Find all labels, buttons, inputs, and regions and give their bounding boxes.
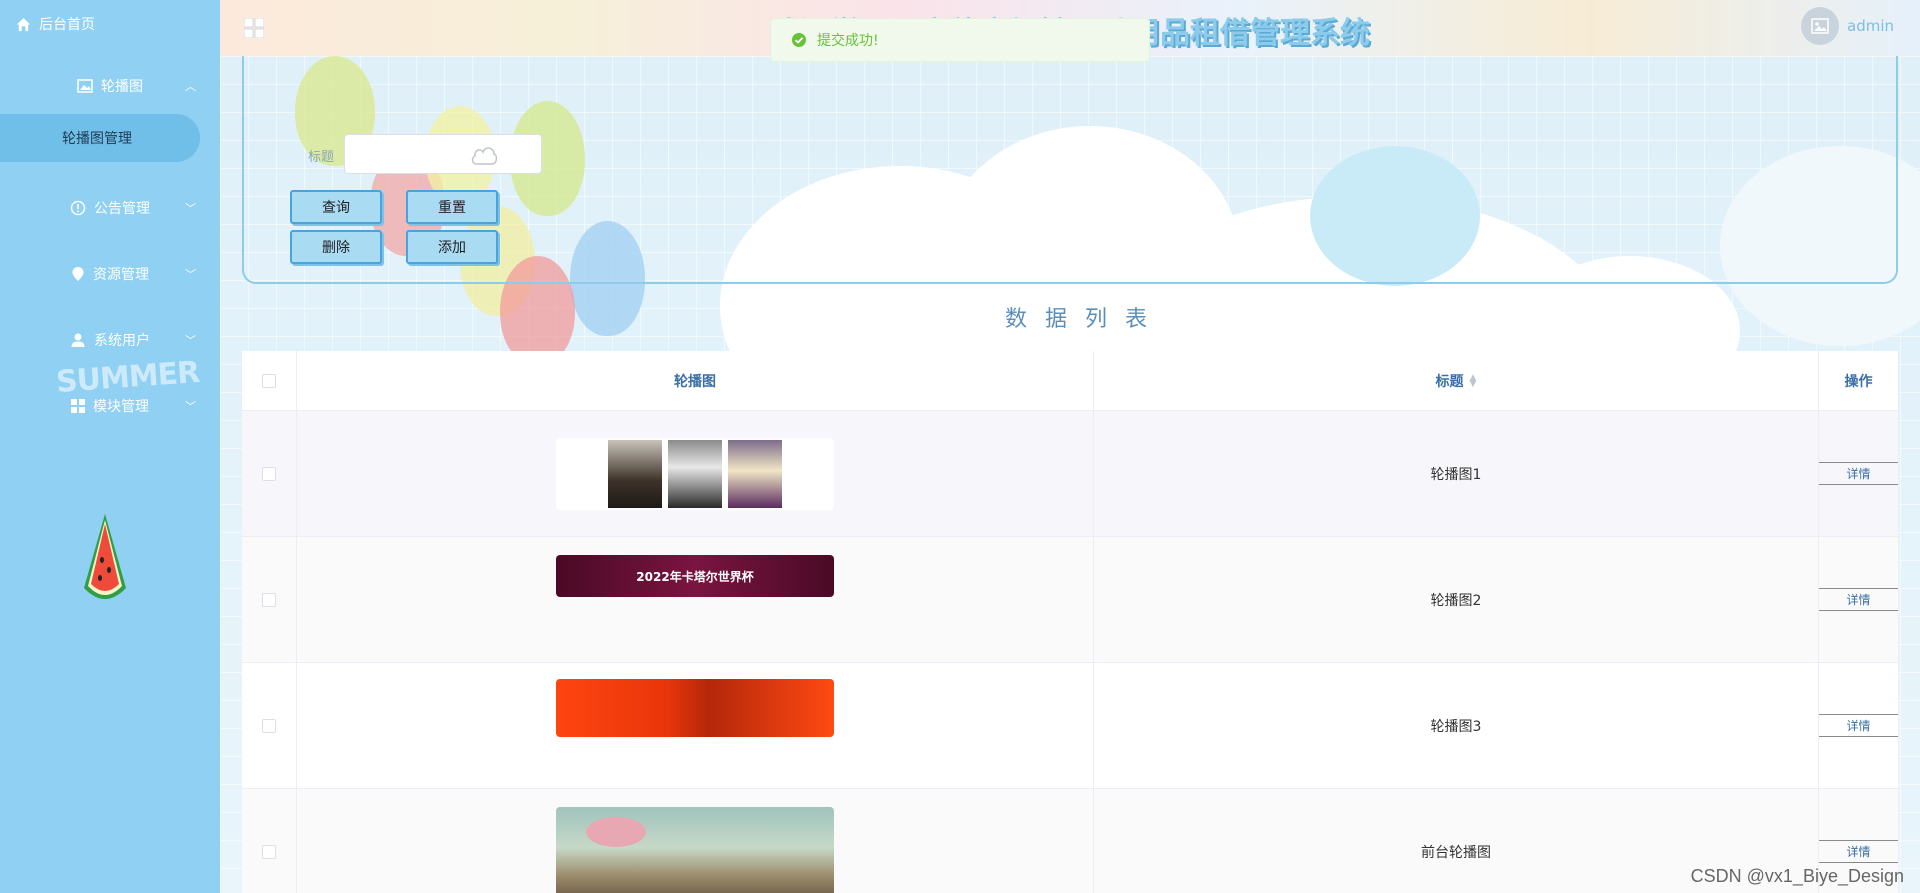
user-icon: [71, 333, 85, 347]
table-row: 轮播图1 详情: [242, 411, 1898, 537]
title-cell: 轮播图2: [1094, 537, 1819, 662]
sidebar-group-notice[interactable]: 公告管理 ﹀: [0, 188, 220, 228]
sidebar-item-home[interactable]: 后台首页: [16, 14, 95, 34]
sidebar-group-carousel[interactable]: 轮播图 ︿: [0, 66, 220, 106]
data-table: 轮播图 标题 ▲ ▼ 操作 轮播图1 详情 2022年卡塔尔世界杯 轮播图2 详…: [242, 351, 1898, 893]
user-menu[interactable]: admin: [1801, 7, 1894, 45]
tree-decoration: [586, 817, 646, 847]
image-cell: [297, 663, 1094, 788]
main-content: 标题 查询 重置 删除 添加 数据列表 轮播图 标题 ▲ ▼ 操作 轮播图1 详…: [220, 56, 1920, 893]
carousel-thumbnail: 2022年卡塔尔世界杯: [556, 555, 834, 597]
detail-label: 详情: [1846, 845, 1871, 859]
image-placeholder-icon: [1811, 18, 1829, 34]
row-title: 轮播图3: [1430, 718, 1482, 735]
detail-label: 详情: [1846, 593, 1871, 607]
success-toast: 提交成功!: [770, 18, 1150, 62]
chevron-down-icon: ﹀: [185, 334, 196, 347]
table-header-row: 轮播图 标题 ▲ ▼ 操作: [242, 351, 1898, 411]
checkbox-cell: [242, 663, 297, 788]
table-row: 轮播图3 详情: [242, 663, 1898, 789]
search-label: 标题: [308, 150, 335, 165]
avatar: [1801, 7, 1839, 45]
reset-button[interactable]: 重置: [406, 190, 498, 224]
sidebar-group-users[interactable]: 系统用户 ﹀: [0, 320, 220, 360]
detail-button[interactable]: 详情: [1819, 838, 1898, 865]
username: admin: [1847, 17, 1894, 35]
add-button[interactable]: 添加: [406, 230, 498, 264]
info-icon: [70, 200, 86, 216]
menu-toggle-icon[interactable]: [244, 18, 264, 38]
query-button[interactable]: 查询: [290, 190, 382, 224]
carousel-thumbnail: [556, 437, 834, 510]
op-cell: 详情: [1819, 411, 1898, 536]
checkbox-cell: [242, 411, 297, 536]
toast-message: 提交成功!: [817, 33, 879, 49]
sort-icon[interactable]: ▲ ▼: [1470, 373, 1477, 388]
chevron-down-icon: ﹀: [185, 400, 196, 413]
check-circle-icon: [792, 33, 806, 47]
title-cell: 轮播图1: [1094, 411, 1819, 536]
grid-icon: [71, 399, 85, 413]
table-row: 2022年卡塔尔世界杯 轮播图2 详情: [242, 537, 1898, 663]
checkbox-cell: [242, 789, 297, 893]
sidebar-group-label: 资源管理: [93, 267, 149, 283]
sidebar: 后台首页 轮播图 ︿ 轮播图管理 公告管理 ﹀ 资源管理 ﹀ 系统用户 ﹀ SU…: [0, 0, 220, 893]
row-checkbox[interactable]: [262, 718, 276, 733]
row-checkbox[interactable]: [262, 466, 276, 481]
header-image-cell: 轮播图: [297, 351, 1094, 410]
location-icon: [72, 267, 84, 281]
delete-button[interactable]: 删除: [290, 230, 382, 264]
column-header-title: 标题: [1435, 373, 1464, 390]
watermark: CSDN @vx1_Biye_Design: [1690, 866, 1904, 886]
select-all-checkbox[interactable]: [262, 373, 276, 388]
cloud-icon: [471, 147, 498, 165]
header-op-cell: 操作: [1819, 351, 1898, 410]
column-header-image: 轮播图: [674, 373, 716, 390]
detail-label: 详情: [1846, 467, 1871, 481]
photo-thumbnail: [668, 439, 722, 508]
sidebar-item-carousel-manage[interactable]: 轮播图管理: [0, 114, 200, 162]
sidebar-item-label: 轮播图管理: [62, 131, 132, 147]
banner-text: 2022年卡塔尔世界杯: [636, 569, 754, 584]
title-search-input[interactable]: [344, 134, 542, 174]
carousel-thumbnail: [556, 807, 834, 893]
header-title-cell[interactable]: 标题 ▲ ▼: [1094, 351, 1819, 410]
detail-button[interactable]: 详情: [1819, 586, 1898, 613]
photo-thumbnail: [608, 439, 662, 508]
sidebar-group-label: 公告管理: [94, 201, 150, 217]
sidebar-group-resource[interactable]: 资源管理 ﹀: [0, 254, 220, 294]
image-cell: 2022年卡塔尔世界杯: [297, 537, 1094, 662]
sidebar-group-label: 系统用户: [94, 333, 150, 349]
row-title: 轮播图2: [1430, 592, 1482, 609]
detail-label: 详情: [1846, 719, 1871, 733]
row-checkbox[interactable]: [262, 844, 276, 859]
sidebar-group-label: 模块管理: [93, 399, 149, 415]
carousel-thumbnail: [556, 679, 834, 737]
detail-button[interactable]: 详情: [1819, 460, 1898, 487]
home-icon: [16, 17, 31, 31]
chevron-up-icon: ︿: [185, 80, 196, 93]
title-cell: 轮播图3: [1094, 663, 1819, 788]
header-checkbox-cell: [242, 351, 297, 410]
column-header-op: 操作: [1844, 373, 1873, 390]
row-title: 前台轮播图: [1421, 844, 1491, 861]
list-title: 数据列表: [1004, 307, 1165, 332]
checkbox-cell: [242, 537, 297, 662]
detail-button[interactable]: 详情: [1819, 712, 1898, 739]
sidebar-item-label: 后台首页: [39, 17, 95, 33]
sidebar-group-modules[interactable]: 模块管理 ﹀: [0, 386, 220, 426]
image-cell: [297, 789, 1094, 893]
op-cell: 详情: [1819, 537, 1898, 662]
photo-thumbnail: [728, 439, 782, 508]
image-cell: [297, 411, 1094, 536]
chevron-down-icon: ﹀: [185, 202, 196, 215]
row-checkbox[interactable]: [262, 592, 276, 607]
image-icon: [77, 79, 93, 93]
table-row: 前台轮播图 详情: [242, 789, 1898, 893]
watermelon-icon: [84, 514, 126, 599]
sidebar-group-label: 轮播图: [101, 79, 143, 95]
row-title: 轮播图1: [1430, 466, 1482, 483]
chevron-down-icon: ﹀: [185, 268, 196, 281]
op-cell: 详情: [1819, 663, 1898, 788]
